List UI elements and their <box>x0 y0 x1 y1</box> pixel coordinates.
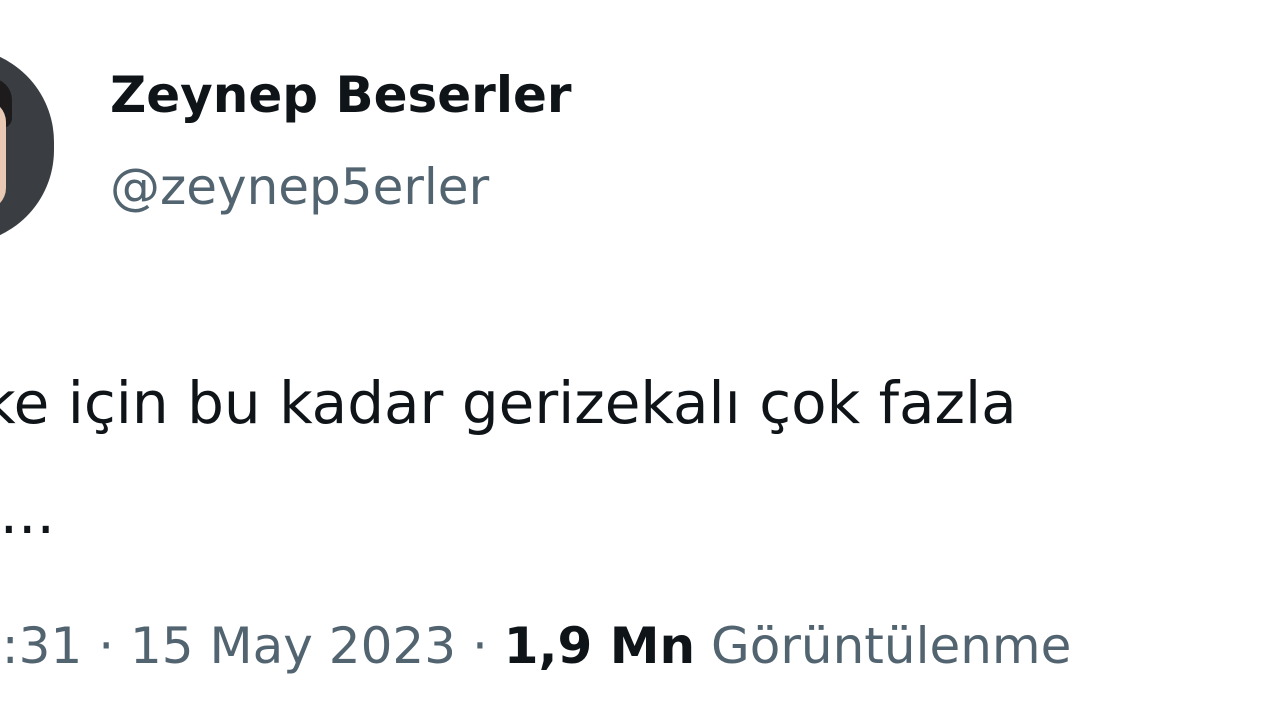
tweet-text-line: lke için bu kadar gerizekalı çok fazla <box>0 369 1017 437</box>
meta-separator: · <box>98 617 115 675</box>
views-count: 1,9 Mn <box>503 617 696 675</box>
author-handle[interactable]: @zeynep5erler <box>110 152 489 222</box>
tweet-text-line: k... <box>0 479 55 547</box>
avatar[interactable] <box>0 48 54 244</box>
avatar-face <box>0 100 6 210</box>
tweet-card: Zeynep Beserler @zeynep5erler lke için b… <box>0 0 1280 720</box>
tweet-date[interactable]: 15 May 2023 <box>130 617 456 675</box>
author-display-name[interactable]: Zeynep Beserler <box>110 60 572 130</box>
tweet-text: lke için bu kadar gerizekalı çok fazla k… <box>0 348 1280 568</box>
meta-separator: · <box>471 617 488 675</box>
tweet-meta: 2:31 · 15 May 2023 · 1,9 Mn Görüntülenme <box>0 608 1071 684</box>
views-label: Görüntülenme <box>711 617 1072 675</box>
tweet-time[interactable]: 2:31 <box>0 617 82 675</box>
